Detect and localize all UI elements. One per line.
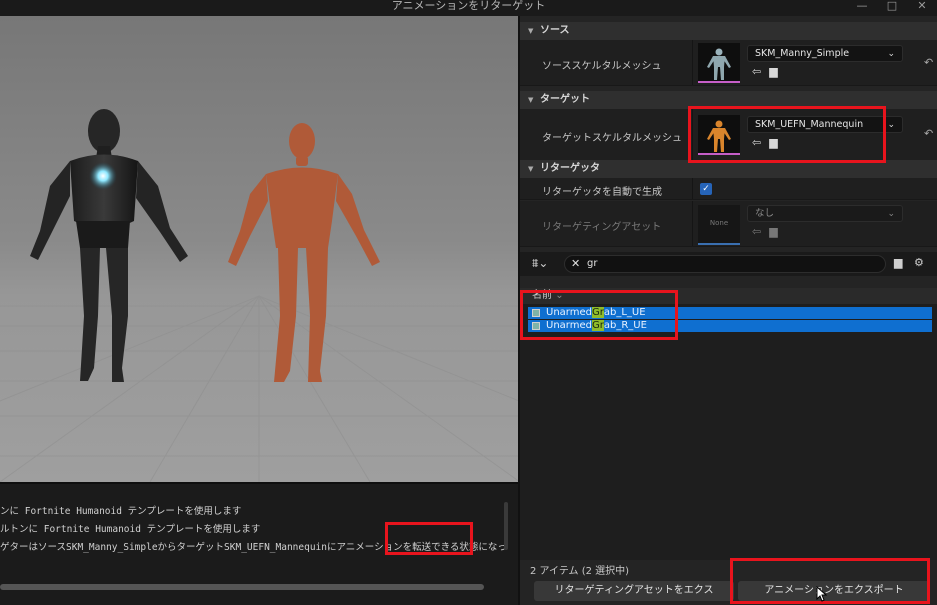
browse-icon[interactable]: ⇦ xyxy=(752,136,761,149)
filter-icon[interactable]: ⩩⌄ xyxy=(532,256,548,271)
output-log: ンに Fortnite Humanoid テンプレートを使用します ルトンに F… xyxy=(0,482,518,605)
log-line: ンに Fortnite Humanoid テンプレートを使用します xyxy=(0,506,242,517)
reset-arrow-icon[interactable]: ↶ xyxy=(924,127,933,140)
export-retarget-asset-button[interactable]: リターゲティングアセットをエクス xyxy=(534,581,734,601)
log-vertical-scrollbar[interactable] xyxy=(504,502,508,550)
list-item[interactable]: UnarmedGrab_L_UE xyxy=(528,307,932,319)
log-line: ゲターはソースSKM_Manny_SimpleからターゲットSKM_UEFN_M… xyxy=(0,542,505,553)
mouse-cursor-icon xyxy=(816,586,828,602)
target-mesh-dropdown[interactable]: SKM_UEFN_Mannequin ⌄ xyxy=(747,116,903,133)
browse-icon[interactable]: ⇦ xyxy=(752,65,761,78)
target-mesh-thumbnail[interactable] xyxy=(698,115,740,155)
target-character-mannequin xyxy=(228,123,380,382)
retarget-asset-dropdown[interactable]: なし ⌄ xyxy=(747,205,903,222)
retarget-asset-row: リターゲティングアセット None なし ⌄ ⇦ ▆ xyxy=(520,201,937,247)
chevron-down-icon: ⌄ xyxy=(887,120,895,130)
close-button[interactable]: ✕ xyxy=(915,0,929,12)
preview-viewport[interactable] xyxy=(0,16,518,482)
collapse-arrow-icon: ▼ xyxy=(528,96,534,104)
retarget-asset-label: リターゲティングアセット xyxy=(542,222,662,233)
item-count-status: 2 アイテム (2 選択中) xyxy=(530,566,630,577)
name-column-header[interactable]: 名前 ⌄ xyxy=(520,288,937,304)
log-horizontal-scrollbar[interactable] xyxy=(0,584,484,590)
clear-search-icon[interactable]: ✕ xyxy=(571,256,580,272)
window-title: アニメーションをリターゲット xyxy=(391,0,546,12)
chevron-down-icon: ⌄ xyxy=(887,209,895,219)
auto-generate-row: リターゲッタを自動で生成 ✓ xyxy=(520,178,937,200)
list-item[interactable]: UnarmedGrab_R_UE xyxy=(528,320,932,332)
animation-asset-icon xyxy=(532,322,540,330)
title-bar: アニメーションをリターゲット — □ ✕ xyxy=(0,0,937,16)
animation-asset-list: 名前 ⌄ UnarmedGrab_L_UE UnarmedGrab_R_UE xyxy=(520,288,937,560)
collapse-arrow-icon: ▼ xyxy=(528,165,534,173)
folder-icon[interactable]: ▆ xyxy=(769,65,777,78)
search-input[interactable]: ✕ gr xyxy=(564,255,886,273)
folder-view-icon[interactable]: ▆ xyxy=(894,256,902,269)
mesh-preview-icon xyxy=(707,48,731,80)
browse-icon[interactable]: ⇦ xyxy=(752,225,761,238)
source-mesh-dropdown[interactable]: SKM_Manny_Simple ⌄ xyxy=(747,45,903,62)
maximize-button[interactable]: □ xyxy=(885,0,899,12)
search-query: gr xyxy=(587,258,598,269)
mesh-preview-icon xyxy=(707,120,731,152)
source-mesh-row: ソーススケルタルメッシュ SKM_Manny_Simple ⌄ ⇦ ▆ ↶ xyxy=(520,40,937,86)
target-mesh-row: ターゲットスケルタルメッシュ SKM_UEFN_Mannequin ⌄ ⇦ ▆ … xyxy=(520,109,937,163)
folder-icon[interactable]: ▆ xyxy=(769,225,777,238)
chevron-down-icon: ⌄ xyxy=(887,49,895,59)
source-character-dark xyxy=(30,109,188,382)
window-controls: — □ ✕ xyxy=(855,0,929,16)
retargeter-section-header[interactable]: ▼ リターゲッタ xyxy=(520,160,937,178)
reset-arrow-icon[interactable]: ↶ xyxy=(924,56,933,69)
auto-generate-label: リターゲッタを自動で生成 xyxy=(542,187,662,198)
target-mesh-label: ターゲットスケルタルメッシュ xyxy=(542,133,682,144)
retarget-details-panel: ▼ ソース ソーススケルタルメッシュ SKM_Manny_Simple ⌄ ⇦ … xyxy=(518,16,937,605)
viewport-scene xyxy=(0,109,518,482)
source-mesh-label: ソーススケルタルメッシュ xyxy=(542,61,662,72)
floor-grid xyxy=(0,295,518,482)
target-section-header[interactable]: ▼ ターゲット xyxy=(520,91,937,109)
sort-arrow-icon: ⌄ xyxy=(555,290,564,301)
source-mesh-thumbnail[interactable] xyxy=(698,43,740,83)
auto-generate-checkbox[interactable]: ✓ xyxy=(700,183,712,195)
folder-icon[interactable]: ▆ xyxy=(769,136,777,149)
retarget-asset-thumbnail[interactable]: None xyxy=(698,205,740,245)
gear-icon[interactable]: ⚙ xyxy=(914,256,924,269)
log-line: ルトンに Fortnite Humanoid テンプレートを使用します xyxy=(0,524,261,535)
collapse-arrow-icon: ▼ xyxy=(528,27,534,35)
minimize-button[interactable]: — xyxy=(855,0,869,12)
source-section-header[interactable]: ▼ ソース xyxy=(520,22,937,40)
animation-asset-icon xyxy=(532,309,540,317)
export-animation-button[interactable]: アニメーションをエクスポート xyxy=(738,581,930,601)
asset-list-toolbar: ⩩⌄ ✕ gr ▆ ⚙ xyxy=(520,252,937,276)
